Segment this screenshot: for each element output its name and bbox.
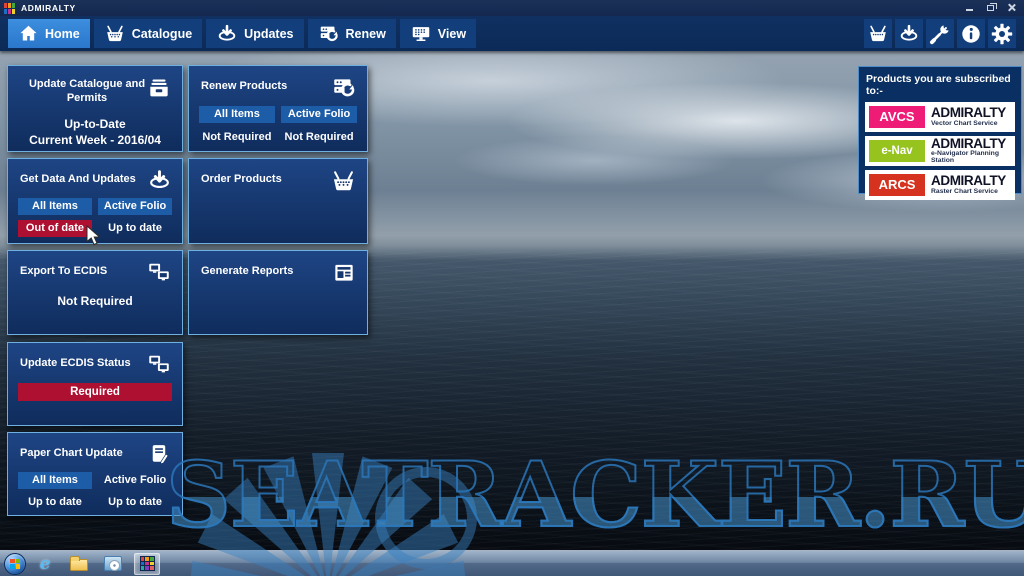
tile-generate-reports[interactable]: Generate Reports (188, 250, 368, 335)
admiralty-app-icon (140, 556, 155, 571)
basket-icon (867, 23, 889, 45)
tile-export-ecdis[interactable]: Export To ECDIS Not Required (7, 250, 183, 335)
service-name: Vector Chart Service (931, 121, 1006, 128)
active-folio-button[interactable]: Active Folio (98, 472, 172, 489)
all-items-button[interactable]: All Items (18, 472, 92, 489)
monitor-icon (410, 23, 432, 45)
tile-title: Update Catalogue and Permits (24, 77, 150, 106)
ecdis-monitors-icon (146, 260, 172, 286)
restore-icon (987, 5, 994, 11)
all-items-button[interactable]: All Items (18, 198, 92, 215)
tile-get-data-updates[interactable]: Get Data And Updates All Items Active Fo… (7, 158, 183, 244)
window-title: ADMIRALTY (21, 3, 76, 13)
brand-name: ADMIRALTY (931, 174, 1006, 188)
brand-name: ADMIRALTY (931, 137, 1011, 151)
basket-icon (104, 23, 126, 45)
taskbar-file-explorer[interactable] (66, 553, 92, 575)
windows-taskbar: e (0, 550, 1024, 576)
avcs-badge: AVCS (869, 106, 925, 128)
nav-tab-label: Renew (346, 27, 386, 41)
tile-order-products[interactable]: Order Products (188, 158, 368, 244)
settings-toolbar-button[interactable] (988, 19, 1016, 48)
info-toolbar-button[interactable] (957, 19, 985, 48)
nav-tab-label: Home (45, 27, 80, 41)
archive-icon (146, 75, 172, 101)
up-to-date-status: Up to date (98, 220, 172, 237)
gear-icon (990, 22, 1014, 46)
not-required-status: Not Required (199, 129, 275, 146)
status-text: Not Required (8, 294, 182, 308)
subscription-item-arcs: ARCS ADMIRALTY Raster Chart Service (865, 170, 1015, 200)
service-name: e-Navigator Planning Station (931, 151, 1011, 165)
report-icon (331, 260, 357, 286)
info-icon (960, 23, 982, 45)
home-icon (18, 23, 39, 44)
taskbar-media-app[interactable] (100, 553, 126, 575)
tools-icon (929, 23, 951, 45)
renew-icon (331, 75, 357, 101)
tile-paper-chart-update[interactable]: Paper Chart Update All Items Active Foli… (7, 432, 183, 516)
start-button[interactable] (4, 553, 26, 575)
basket-icon (330, 168, 357, 195)
minimize-icon (966, 9, 973, 11)
brand-name: ADMIRALTY (931, 106, 1006, 120)
active-folio-button[interactable]: Active Folio (281, 106, 357, 123)
up-to-date-status: Up to date (18, 494, 92, 511)
nav-tab-label: Catalogue (132, 27, 192, 41)
arcs-badge: ARCS (869, 174, 925, 196)
download-icon (216, 23, 238, 45)
windows-logo-icon (10, 559, 20, 569)
renew-icon (318, 23, 340, 45)
nav-tab-view[interactable]: View (400, 19, 476, 48)
application-window: ADMIRALTY Home Catalogue (0, 0, 1024, 576)
nav-tab-home[interactable]: Home (8, 19, 90, 48)
required-button[interactable]: Required (18, 383, 172, 401)
nav-tab-label: View (438, 27, 466, 41)
up-to-date-status: Up to date (98, 494, 172, 511)
internet-explorer-icon: e (40, 554, 51, 574)
folder-icon (70, 559, 88, 571)
tile-update-ecdis-status[interactable]: Update ECDIS Status Required (7, 342, 183, 426)
tile-update-catalogue[interactable]: Update Catalogue and Permits Up-to-Date … (7, 65, 183, 152)
download-toolbar-button[interactable] (895, 19, 923, 48)
title-bar: ADMIRALTY (0, 0, 1024, 16)
subscriptions-panel: Products you are subscribed to:- AVCS AD… (858, 66, 1022, 194)
taskbar-admiralty-app[interactable] (134, 553, 160, 575)
close-icon (1007, 3, 1016, 12)
nav-tab-label: Updates (244, 27, 293, 41)
all-items-button[interactable]: All Items (199, 106, 275, 123)
subscription-item-enav: e-Nav ADMIRALTY e-Navigator Planning Sta… (865, 136, 1015, 166)
paper-pen-icon (147, 442, 172, 467)
main-toolbar: Home Catalogue Updates (0, 16, 1024, 51)
minimize-button[interactable] (962, 2, 976, 13)
download-icon (147, 168, 172, 193)
nav-tab-catalogue[interactable]: Catalogue (94, 19, 202, 48)
status-text: Up-to-Date (8, 117, 182, 131)
not-required-status: Not Required (281, 129, 357, 146)
subscription-item-avcs: AVCS ADMIRALTY Vector Chart Service (865, 102, 1015, 132)
basket-toolbar-button[interactable] (864, 19, 892, 48)
ecdis-monitors-icon (146, 352, 172, 378)
nav-tab-renew[interactable]: Renew (308, 19, 396, 48)
active-folio-button[interactable]: Active Folio (98, 198, 172, 215)
enav-badge: e-Nav (869, 140, 925, 162)
close-button[interactable] (1004, 2, 1018, 13)
tools-toolbar-button[interactable] (926, 19, 954, 48)
app-logo-icon (4, 3, 15, 14)
taskbar-internet-explorer[interactable]: e (32, 553, 58, 575)
nav-tab-updates[interactable]: Updates (206, 19, 303, 48)
subscriptions-header: Products you are subscribed to:- (866, 73, 1015, 97)
out-of-date-button[interactable]: Out of date (18, 220, 92, 237)
service-name: Raster Chart Service (931, 189, 1006, 196)
status-detail: Current Week - 2016/04 (8, 133, 182, 147)
media-disc-icon (104, 556, 122, 571)
restore-button[interactable] (983, 2, 997, 13)
download-icon (898, 23, 920, 45)
tile-renew-products[interactable]: Renew Products All Items Active Folio No… (188, 65, 368, 152)
